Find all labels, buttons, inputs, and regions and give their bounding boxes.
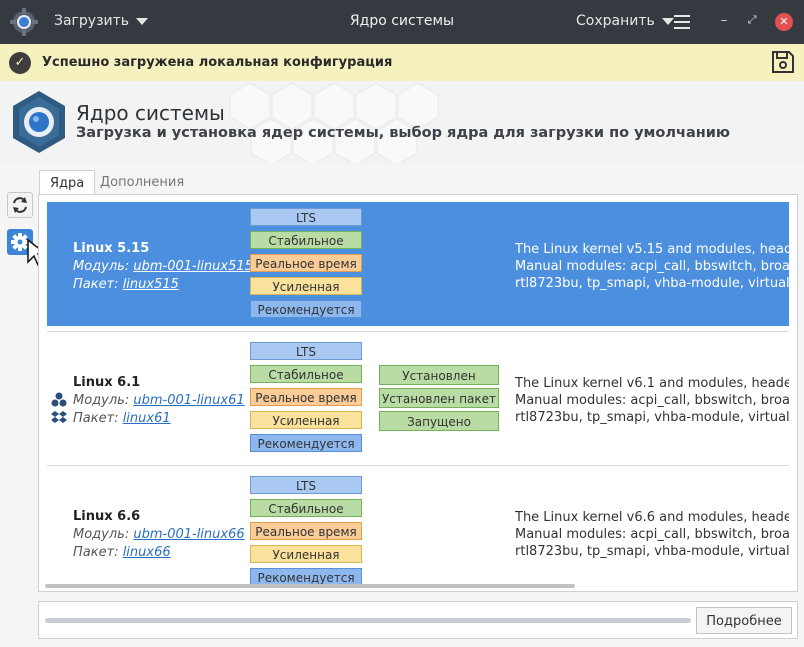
kernel-package: Пакет: linux61 — [73, 411, 171, 426]
package-label: Пакет: — [73, 411, 119, 426]
badge-realtime: Реальное время — [250, 254, 362, 272]
chevron-down-icon — [136, 17, 149, 25]
kernel-row[interactable]: Linux 5.15 Модуль: ubm-001-linux515 Пакет:… — [47, 202, 789, 326]
package-icon — [51, 411, 67, 423]
page-header: Ядро системы Загрузка и установка ядер с… — [0, 81, 804, 163]
progress-bar — [45, 618, 691, 623]
load-menu-label: Загрузить — [54, 13, 130, 29]
kernel-description: The Linux kernel v6.1 and modules, heade… — [515, 375, 789, 426]
badge-hardened: Усиленная защита — [250, 277, 362, 312]
load-menu[interactable]: Загрузить — [54, 13, 149, 29]
kernel-module: Модуль: ubm-001-linux66 — [73, 527, 245, 542]
module-link[interactable]: ubm-001-linux515 — [133, 259, 253, 274]
save-icon[interactable] — [770, 49, 796, 75]
badge-lts: LTS — [250, 476, 362, 494]
notification-bar: ✓ Успешно загружена локальная конфигурац… — [0, 44, 804, 82]
page-subtitle: Загрузка и установка ядер системы, выбор… — [76, 125, 731, 141]
kernel-row[interactable]: Linux 6.1 Модуль: ubm-001-linux61 Пакет: l… — [47, 336, 789, 460]
kernel-row[interactable]: Linux 6.6 Модуль: ubm-001-linux66 Пакет: l… — [47, 470, 789, 594]
package-label: Пакет: — [73, 277, 119, 292]
page-title: Ядро системы — [76, 101, 225, 125]
row-divider — [47, 331, 789, 332]
maximize-button[interactable]: ⤢ — [746, 13, 758, 29]
bottom-bar: Подробнее — [38, 601, 798, 639]
badge-realtime: Реальное время — [250, 388, 362, 406]
hexagon-background — [229, 82, 439, 163]
kernel-list-panel: Linux 5.15 Модуль: ubm-001-linux515 Пакет:… — [38, 194, 798, 592]
badge-hardened: Усиленная защита — [250, 411, 362, 446]
refresh-icon — [13, 197, 27, 213]
badge-realtime: Реальное время — [250, 522, 362, 540]
minimize-button[interactable]: – — [718, 13, 730, 29]
description-line: The Linux kernel v5.15 and modules, head… — [515, 242, 789, 257]
kernel-package: Пакет: linux515 — [73, 277, 179, 292]
module-label: Модуль: — [73, 259, 130, 274]
modules-icon — [51, 392, 67, 407]
check-icon: ✓ — [9, 52, 31, 74]
description-line: rtl8723bu, tp_smapi, vhba-module, virtua… — [515, 276, 789, 291]
details-button[interactable]: Подробнее — [696, 607, 792, 634]
horizontal-scrollbar[interactable] — [45, 584, 575, 588]
badge-hardened: Усиленная защита — [250, 545, 362, 580]
description-line: Manual modules: acpi_call, bbswitch, bro… — [515, 527, 789, 542]
description-line: The Linux kernel v6.6 and modules, heade… — [515, 510, 789, 525]
tab-addons[interactable]: Дополнения — [90, 170, 194, 195]
refresh-button[interactable] — [7, 192, 33, 218]
badge-stable: Стабильное — [250, 365, 362, 383]
badge-lts: LTS — [250, 342, 362, 360]
module-link[interactable]: ubm-001-linux66 — [133, 527, 244, 542]
badge-stable: Стабильное — [250, 231, 362, 249]
package-label: Пакет: — [73, 545, 119, 560]
module-label: Модуль: — [73, 393, 130, 408]
tab-kernels[interactable]: Ядра — [39, 170, 96, 196]
description-line: Manual modules: acpi_call, bbswitch, bro… — [515, 393, 789, 408]
kernel-description: The Linux kernel v6.6 and modules, heade… — [515, 509, 789, 560]
module-label: Модуль: — [73, 527, 130, 542]
package-link[interactable]: linux61 — [123, 411, 171, 426]
close-button[interactable]: ✕ — [775, 13, 793, 31]
badge-recommended: Рекомендуется — [250, 434, 362, 452]
badge-lts: LTS — [250, 208, 362, 226]
kernel-gear-icon — [13, 91, 65, 153]
description-line: The Linux kernel v6.1 and modules, heade… — [515, 376, 789, 391]
kernel-name: Linux 5.15 — [73, 241, 150, 256]
chevron-down-icon — [661, 17, 674, 25]
row-divider — [47, 465, 789, 466]
badge-stable: Стабильное — [250, 499, 362, 517]
app-gear-icon — [10, 8, 38, 36]
module-link[interactable]: ubm-001-linux61 — [133, 393, 244, 408]
package-link[interactable]: linux515 — [123, 277, 179, 292]
status-module-installed: Установлен модуль — [379, 365, 499, 403]
kernel-name: Linux 6.1 — [73, 375, 141, 390]
kernel-description: The Linux kernel v5.15 and modules, head… — [515, 241, 789, 292]
status-running: Запущено — [379, 411, 499, 431]
notification-text: Успешно загружена локальная конфигурация — [42, 55, 393, 70]
description-line: rtl8723bu, tp_smapi, vhba-module, virtua… — [515, 544, 789, 559]
save-menu[interactable]: Сохранить — [576, 13, 674, 29]
title-bar: Загрузить Ядро системы Сохранить – ⤢ ✕ — [0, 0, 804, 44]
kernel-module: Модуль: ubm-001-linux515 — [73, 259, 253, 274]
kernel-package: Пакет: linux66 — [73, 545, 171, 560]
badge-recommended: Рекомендуется — [250, 300, 362, 318]
description-line: rtl8723bu, tp_smapi, vhba-module, virtua… — [515, 410, 789, 425]
package-link[interactable]: linux66 — [123, 545, 171, 560]
save-menu-label: Сохранить — [576, 13, 655, 29]
hamburger-menu-icon[interactable] — [674, 15, 690, 29]
status-package-installed: Установлен пакет — [379, 388, 499, 408]
description-line: Manual modules: acpi_call, bbswitch, bro… — [515, 259, 789, 274]
kernel-name: Linux 6.6 — [73, 509, 141, 524]
kernel-module: Модуль: ubm-001-linux61 — [73, 393, 245, 408]
